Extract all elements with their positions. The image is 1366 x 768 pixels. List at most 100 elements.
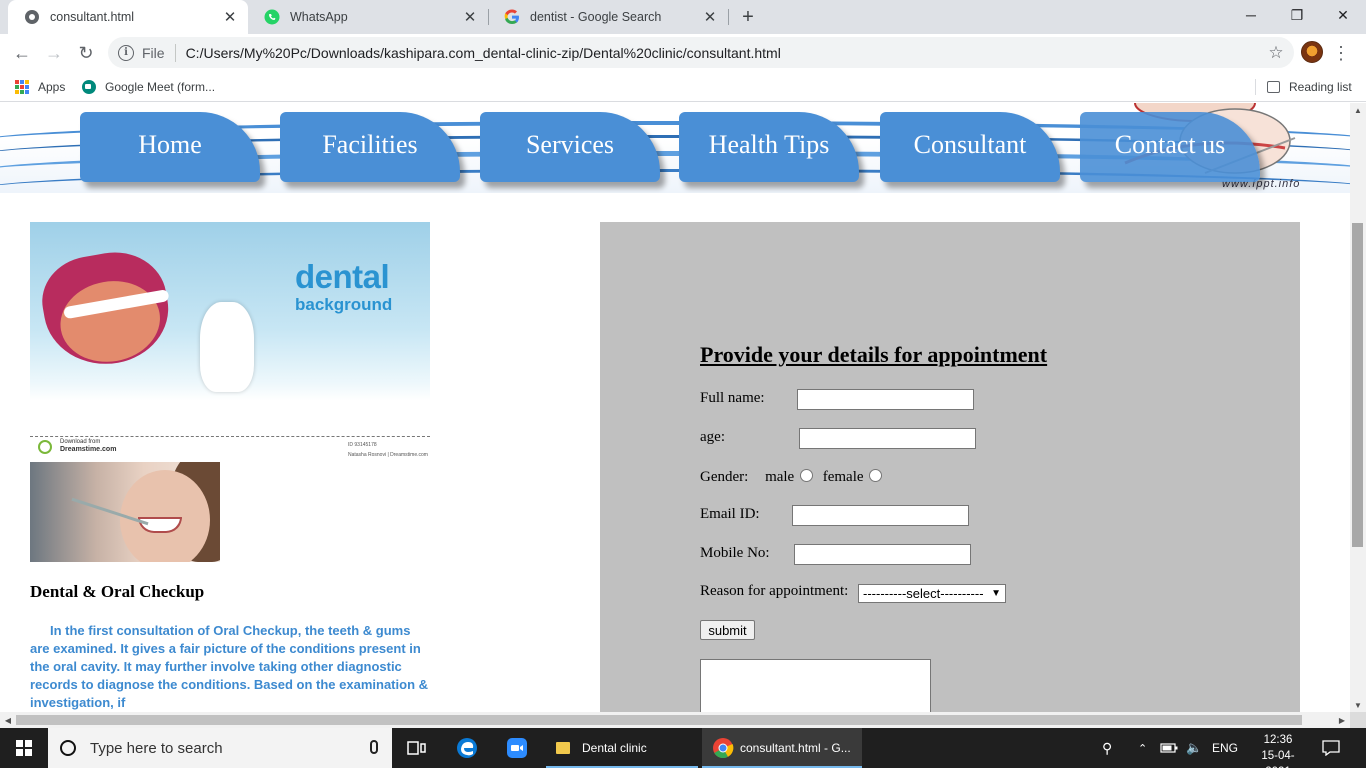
hero-title: dental bbox=[295, 258, 390, 295]
image-author: Natasha Rosnovi | Dreamstime.com bbox=[348, 452, 428, 458]
windows-logo-icon bbox=[16, 740, 32, 756]
tab-consultant[interactable]: consultant.html ✕ bbox=[8, 0, 248, 34]
nav-consultant[interactable]: Consultant bbox=[880, 112, 1060, 182]
whatsapp-icon bbox=[264, 9, 280, 25]
new-tab-button[interactable]: + bbox=[736, 5, 760, 29]
url-text[interactable]: C:/Users/My%20Pc/Downloads/kashipara.com… bbox=[186, 45, 1264, 61]
forward-icon[interactable]: → bbox=[42, 41, 66, 65]
female-radio[interactable] bbox=[869, 469, 883, 482]
section-body: In the first consultation of Oral Checku… bbox=[30, 623, 429, 710]
search-icon bbox=[60, 740, 76, 756]
image-id: ID 93145178 bbox=[348, 442, 377, 448]
age-input[interactable] bbox=[799, 428, 976, 449]
star-icon[interactable]: ☆ bbox=[1264, 43, 1288, 63]
scroll-right-icon[interactable]: ▶ bbox=[1334, 712, 1350, 728]
scheme-label: File bbox=[142, 44, 165, 61]
taskbar-search[interactable]: Type here to search bbox=[48, 728, 392, 768]
tab-separator bbox=[728, 9, 729, 25]
tooth-illustration bbox=[200, 302, 254, 392]
info-icon[interactable]: i bbox=[118, 44, 134, 61]
zoom-icon[interactable] bbox=[502, 728, 532, 768]
microphone-icon[interactable] bbox=[370, 740, 378, 754]
nav-health-tips[interactable]: Health Tips bbox=[679, 112, 859, 182]
chevron-down-icon: ▼ bbox=[991, 588, 1001, 599]
close-icon[interactable]: ✕ bbox=[460, 7, 480, 27]
system-clock[interactable]: 12:36 15-04-2021 bbox=[1250, 732, 1306, 768]
taskbar-app-dental-clinic[interactable]: Dental clinic bbox=[546, 728, 698, 768]
language-indicator[interactable]: ENG bbox=[1212, 728, 1240, 768]
taskbar-app-chrome[interactable]: consultant.html - G... bbox=[702, 728, 862, 768]
window-close-icon[interactable]: ✕ bbox=[1320, 0, 1366, 30]
close-icon[interactable]: ✕ bbox=[700, 7, 720, 27]
taskbar-app-label: Dental clinic bbox=[582, 741, 647, 755]
nav-home[interactable]: Home bbox=[80, 112, 260, 182]
restore-icon[interactable]: ❐ bbox=[1274, 0, 1320, 30]
volume-icon[interactable]: 🔈 bbox=[1186, 728, 1206, 768]
mouth-tongue bbox=[54, 273, 167, 370]
appointment-form: Provide your details for appointment Ful… bbox=[600, 222, 1300, 712]
reading-list-button[interactable]: Reading list bbox=[1267, 77, 1352, 97]
globe-icon bbox=[24, 9, 40, 25]
minimize-icon[interactable]: ─ bbox=[1228, 0, 1274, 30]
gender-label: Gender: bbox=[700, 469, 749, 485]
reading-list-icon bbox=[1267, 81, 1280, 93]
male-radio[interactable] bbox=[799, 469, 813, 482]
bookmark-apps[interactable]: Apps bbox=[15, 77, 65, 97]
fullname-label: Full name: bbox=[700, 390, 765, 406]
nav-contact-us[interactable]: Contact us bbox=[1080, 112, 1260, 182]
bookmark-label: Apps bbox=[38, 80, 66, 94]
email-label: Email ID: bbox=[700, 506, 760, 522]
reload-icon[interactable]: ↻ bbox=[74, 41, 98, 65]
divider bbox=[1255, 79, 1256, 95]
profile-avatar[interactable] bbox=[1301, 41, 1323, 63]
start-button[interactable] bbox=[0, 728, 48, 768]
tab-whatsapp[interactable]: WhatsApp ✕ bbox=[248, 0, 488, 34]
google-icon bbox=[504, 9, 520, 25]
close-icon[interactable]: ✕ bbox=[220, 7, 240, 27]
notifications-icon[interactable] bbox=[1322, 728, 1344, 768]
mobile-input[interactable] bbox=[794, 544, 971, 565]
menu-kebab-icon[interactable]: ⋮ bbox=[1332, 41, 1350, 65]
divider bbox=[30, 436, 430, 437]
nav-services[interactable]: Services bbox=[480, 112, 660, 182]
horizontal-scroll-thumb[interactable] bbox=[16, 715, 1302, 725]
vertical-scrollbar[interactable]: ▲ ▼ bbox=[1350, 103, 1366, 712]
scroll-up-icon[interactable]: ▲ bbox=[1350, 103, 1366, 117]
reason-select[interactable]: ----------select---------- ▼ bbox=[858, 584, 1006, 603]
battery-icon[interactable] bbox=[1160, 728, 1180, 768]
dental-background-image: dental background Download from Dreamsti… bbox=[30, 222, 430, 460]
reading-list-label: Reading list bbox=[1289, 80, 1352, 94]
hero-subtitle: background bbox=[295, 295, 393, 314]
scroll-down-icon[interactable]: ▼ bbox=[1350, 698, 1366, 712]
browser-toolbar: ← → ↻ i File C:/Users/My%20Pc/Downloads/… bbox=[0, 34, 1366, 72]
nav-facilities[interactable]: Facilities bbox=[280, 112, 460, 182]
mouth-illustration bbox=[35, 244, 177, 374]
tab-title: WhatsApp bbox=[290, 10, 348, 24]
message-textarea[interactable] bbox=[700, 659, 931, 712]
male-label: male bbox=[765, 469, 795, 485]
age-label: age: bbox=[700, 429, 725, 445]
image-credit: Download from Dreamstime.com bbox=[60, 439, 116, 453]
bookmark-google-meet[interactable]: Google Meet (form... bbox=[82, 77, 215, 97]
email-input[interactable] bbox=[792, 505, 969, 526]
vertical-scroll-thumb[interactable] bbox=[1352, 223, 1363, 547]
scrollbar-corner bbox=[1350, 712, 1366, 728]
chevron-up-icon[interactable]: ⌃ bbox=[1138, 728, 1154, 768]
horizontal-scrollbar[interactable]: ◀ ▶ bbox=[0, 712, 1350, 728]
address-bar[interactable]: i File C:/Users/My%20Pc/Downloads/kaship… bbox=[108, 37, 1294, 68]
edge-icon[interactable] bbox=[452, 728, 482, 768]
page-viewport: www.fppt.info Home Facilities Services H… bbox=[0, 103, 1350, 712]
back-icon[interactable]: ← bbox=[10, 41, 34, 65]
tab-google-search[interactable]: dentist - Google Search ✕ bbox=[488, 0, 728, 34]
search-placeholder: Type here to search bbox=[90, 739, 223, 757]
google-meet-icon bbox=[82, 80, 96, 94]
header-banner: www.fppt.info Home Facilities Services H… bbox=[0, 103, 1350, 193]
task-view-icon[interactable] bbox=[404, 728, 430, 768]
divider bbox=[174, 43, 176, 62]
fullname-input[interactable] bbox=[797, 389, 974, 410]
scroll-left-icon[interactable]: ◀ bbox=[0, 712, 16, 728]
reason-selected: ----------select---------- bbox=[863, 586, 984, 601]
people-icon[interactable]: ⚲ bbox=[1102, 728, 1120, 768]
submit-button[interactable]: submit bbox=[700, 620, 755, 640]
tab-title: dentist - Google Search bbox=[530, 10, 662, 24]
